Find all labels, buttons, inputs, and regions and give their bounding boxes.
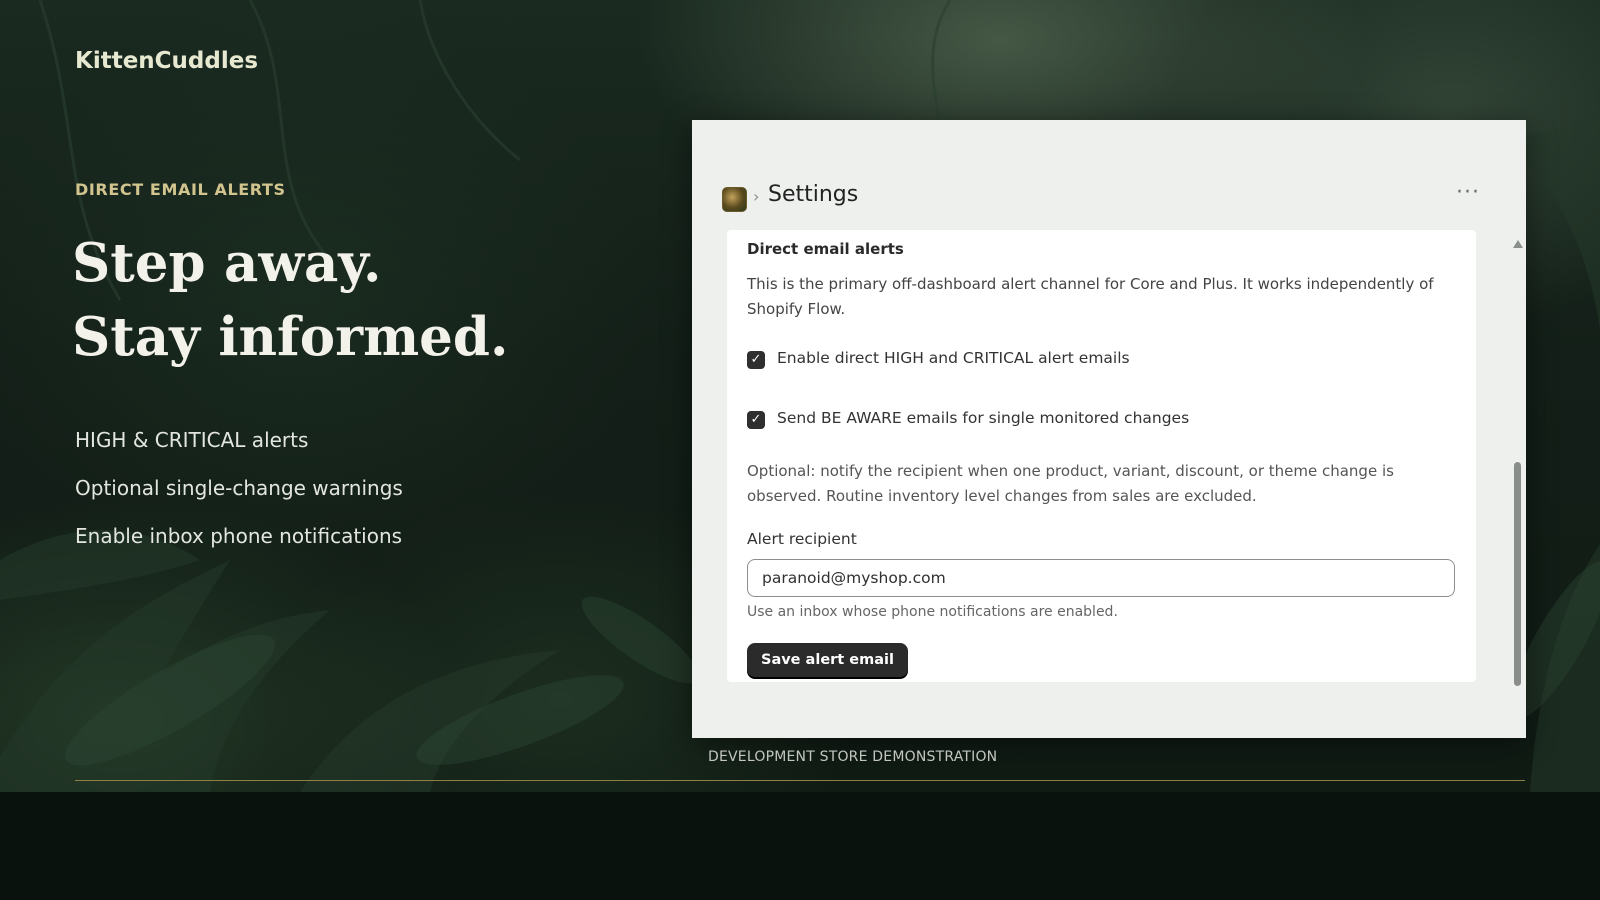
- recipient-hint: Use an inbox whose phone notifications a…: [747, 604, 1118, 620]
- section-eyebrow: DIRECT EMAIL ALERTS: [75, 180, 286, 199]
- scrollbar[interactable]: [1512, 240, 1523, 688]
- scroll-up-arrow-icon[interactable]: [1513, 240, 1523, 248]
- feature-item: Optional single-change warnings: [75, 476, 403, 500]
- headline-line-2: Stay informed.: [72, 306, 509, 368]
- settings-screenshot: › Settings ··· Direct email alerts This …: [692, 120, 1526, 738]
- page-title: Settings: [768, 182, 859, 207]
- store-logo-icon[interactable]: [722, 187, 747, 212]
- card-description: This is the primary off-dashboard alert …: [747, 275, 1434, 318]
- feature-item: HIGH & CRITICAL alerts: [75, 428, 309, 452]
- app-topbar: › Settings ···: [722, 180, 1506, 216]
- chevron-right-icon: ›: [753, 187, 760, 206]
- alert-recipient-label: Alert recipient: [747, 530, 857, 548]
- card-title: Direct email alerts: [747, 240, 904, 258]
- alert-recipient-input[interactable]: [747, 559, 1455, 597]
- divider-rule: [75, 780, 1525, 781]
- be-aware-checkbox[interactable]: ✓: [747, 411, 765, 429]
- checkbox-label[interactable]: Send BE AWARE emails for single monitore…: [777, 409, 1189, 427]
- feature-list: HIGH & CRITICAL alerts Optional single-c…: [75, 426, 403, 570]
- demo-caption: DEVELOPMENT STORE DEMONSTRATION: [708, 749, 998, 765]
- brand-name: KittenCuddles: [75, 48, 259, 74]
- save-alert-email-button[interactable]: Save alert email: [747, 643, 908, 677]
- feature-item: Enable inbox phone notifications: [75, 524, 403, 548]
- optional-help-text: Optional: notify the recipient when one …: [747, 462, 1394, 505]
- hero-background: KittenCuddles DIRECT EMAIL ALERTS Step a…: [0, 0, 1600, 792]
- checkbox-label[interactable]: Enable direct HIGH and CRITICAL alert em…: [777, 349, 1130, 367]
- enable-alerts-checkbox[interactable]: ✓: [747, 351, 765, 369]
- scrollbar-thumb[interactable]: [1514, 462, 1521, 686]
- more-options-icon[interactable]: ···: [1456, 180, 1480, 205]
- hero-headline: Step away. Stay informed.: [72, 226, 508, 374]
- headline-line-1: Step away.: [72, 232, 382, 294]
- email-alerts-card: Direct email alerts This is the primary …: [727, 230, 1476, 682]
